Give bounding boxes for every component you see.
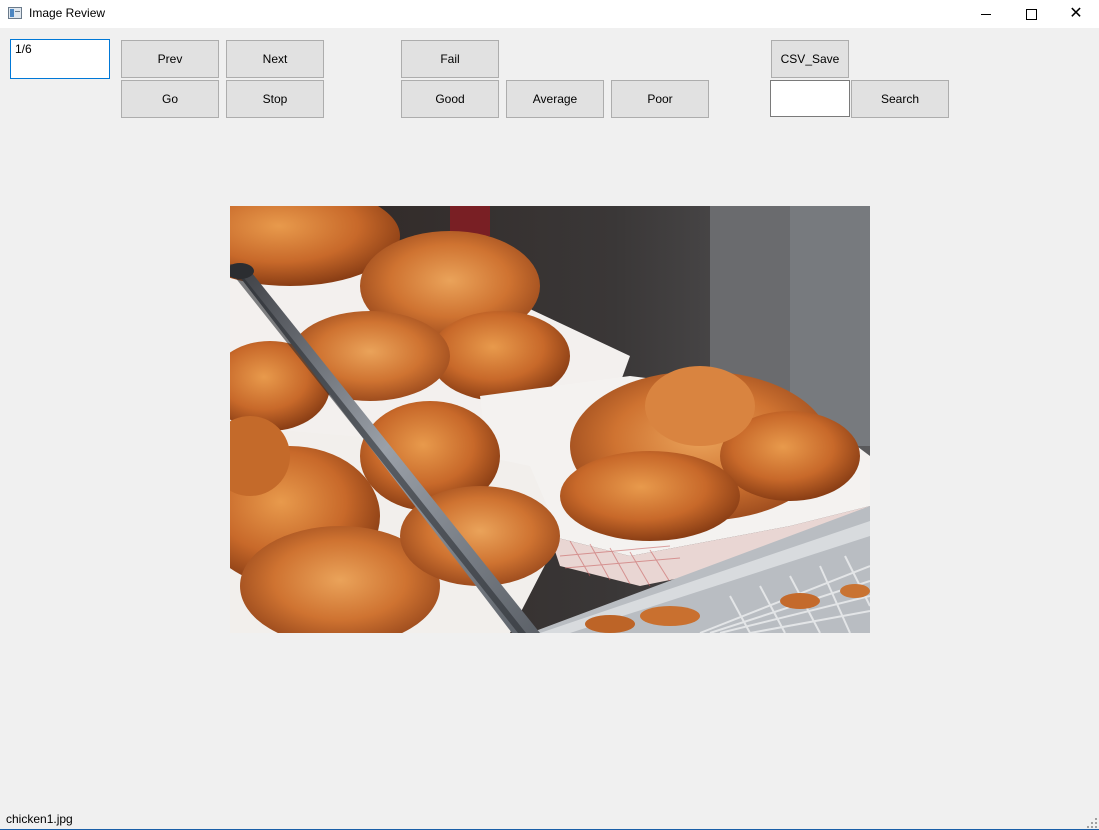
next-button[interactable]: Next (226, 40, 324, 78)
good-button[interactable]: Good (401, 80, 499, 118)
title-bar: Image Review ✕ (0, 0, 1099, 28)
review-image (230, 206, 870, 633)
average-button[interactable]: Average (506, 80, 604, 118)
maximize-button[interactable] (1008, 0, 1054, 28)
go-button[interactable]: Go (121, 80, 219, 118)
resize-grip-icon[interactable] (1087, 818, 1097, 828)
prev-button[interactable]: Prev (121, 40, 219, 78)
app-icon (8, 7, 22, 19)
fail-button[interactable]: Fail (401, 40, 499, 78)
close-button[interactable]: ✕ (1053, 0, 1099, 28)
minimize-button[interactable] (963, 0, 1009, 28)
status-filename: chicken1.jpg (6, 812, 73, 826)
fried-chicken-photo (230, 206, 870, 633)
minimize-icon (981, 13, 991, 15)
maximize-icon (1025, 8, 1037, 20)
search-input[interactable] (770, 80, 850, 117)
poor-button[interactable]: Poor (611, 80, 709, 118)
search-button[interactable]: Search (851, 80, 949, 118)
close-icon: ✕ (1069, 5, 1083, 22)
csv-save-button[interactable]: CSV_Save (771, 40, 849, 78)
index-input[interactable]: 1/6 (10, 39, 110, 79)
stop-button[interactable]: Stop (226, 80, 324, 118)
window-title: Image Review (29, 6, 106, 20)
